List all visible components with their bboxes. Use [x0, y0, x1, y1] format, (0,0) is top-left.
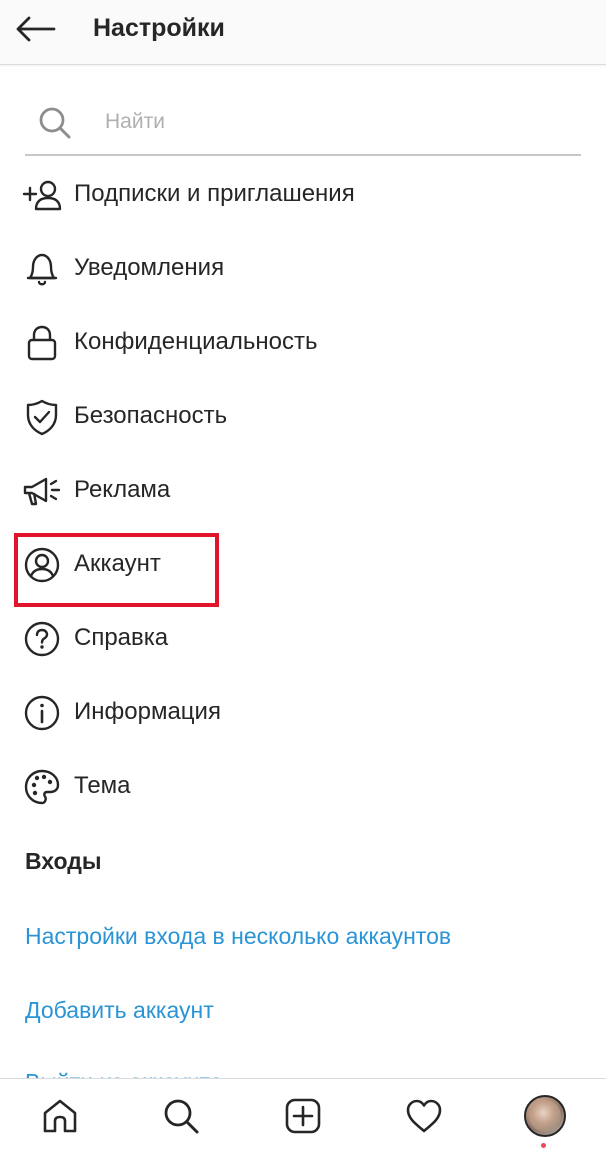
multi-account-login-link[interactable]: Настройки входа в несколько аккаунтов	[25, 921, 451, 951]
search-icon	[38, 106, 72, 140]
notification-dot	[541, 1143, 546, 1148]
help-circle-icon	[22, 620, 62, 658]
menu-item-follow-invite[interactable]: Подписки и приглашения	[0, 162, 606, 226]
bell-icon	[22, 250, 62, 288]
menu-item-info[interactable]: Информация	[0, 680, 606, 744]
menu-item-label: Реклама	[74, 476, 171, 503]
search-bar	[25, 96, 581, 156]
bottom-navigation	[0, 1078, 606, 1153]
menu-item-label: Справка	[74, 624, 169, 651]
account-circle-icon	[22, 546, 62, 584]
arrow-left-icon	[16, 16, 56, 42]
menu-item-label: Уведомления	[74, 254, 225, 281]
avatar	[524, 1095, 566, 1137]
menu-item-help[interactable]: Справка	[0, 606, 606, 670]
nav-search-button[interactable]	[157, 1093, 205, 1139]
heart-icon	[405, 1098, 443, 1134]
menu-item-label: Подписки и приглашения	[74, 180, 355, 207]
top-bar: Настройки	[0, 0, 606, 65]
menu-item-label: Конфиденциальность	[74, 328, 318, 355]
menu-item-theme[interactable]: Тема	[0, 754, 606, 818]
nav-new-post-button[interactable]	[279, 1093, 327, 1139]
shield-check-icon	[22, 398, 62, 436]
menu-item-label: Аккаунт	[74, 550, 161, 577]
menu-item-label: Безопасность	[74, 402, 228, 429]
add-account-link[interactable]: Добавить аккаунт	[25, 995, 214, 1025]
search-icon	[162, 1097, 200, 1135]
new-post-icon	[284, 1097, 322, 1135]
nav-activity-button[interactable]	[400, 1093, 448, 1139]
page-title: Настройки	[93, 14, 225, 42]
menu-item-ads[interactable]: Реклама	[0, 458, 606, 522]
lock-icon	[22, 324, 62, 362]
search-input[interactable]	[105, 104, 565, 140]
section-title-logins: Входы	[25, 848, 102, 874]
menu-item-label: Тема	[74, 772, 131, 799]
menu-item-account[interactable]: Аккаунт	[0, 532, 606, 596]
back-button[interactable]	[12, 8, 60, 50]
nav-profile-button[interactable]	[521, 1093, 569, 1148]
menu-item-privacy[interactable]: Конфиденциальность	[0, 310, 606, 374]
menu-item-notifications[interactable]: Уведомления	[0, 236, 606, 300]
info-circle-icon	[22, 694, 62, 732]
home-icon	[41, 1097, 79, 1135]
palette-icon	[22, 768, 62, 806]
menu-item-label: Информация	[74, 698, 221, 725]
menu-item-security[interactable]: Безопасность	[0, 384, 606, 448]
megaphone-icon	[22, 472, 62, 510]
nav-home-button[interactable]	[36, 1093, 84, 1139]
add-person-icon	[22, 176, 62, 214]
